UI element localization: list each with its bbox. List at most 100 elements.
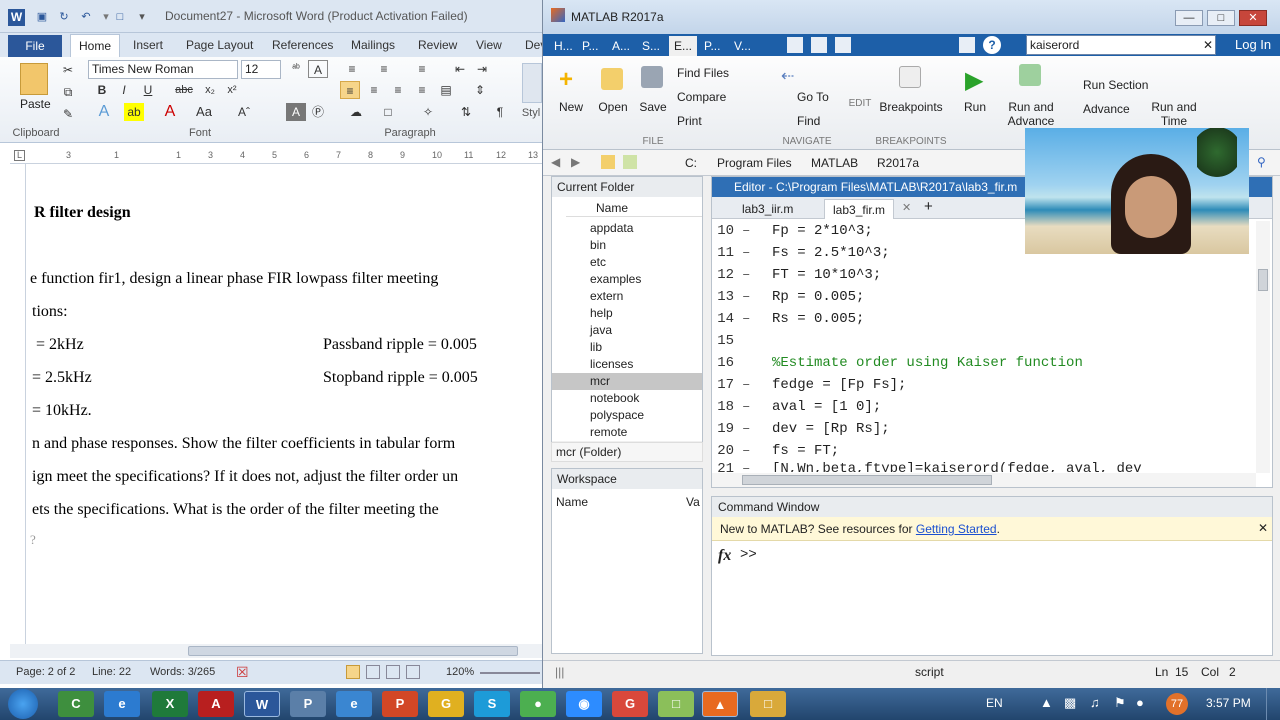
save-icon[interactable] [835,37,851,53]
network-icon[interactable]: ▩ [1064,695,1076,711]
ie-icon[interactable]: e [104,691,140,717]
paint-icon[interactable]: P [290,691,326,717]
browse-folder-icon[interactable] [623,155,637,169]
find-button[interactable]: Find [797,114,820,128]
paste-button-label[interactable]: Paste [20,97,51,111]
sort-icon[interactable]: ⇅ [456,103,476,121]
zoom-slider[interactable] [480,672,540,674]
asian-layout-icon[interactable]: ✧ [418,103,438,121]
skype-icon[interactable]: S [474,691,510,717]
breakpoints-button[interactable]: Breakpoints [879,100,943,114]
matlab-taskbar-icon[interactable]: ▲ [702,691,738,717]
powerpoint-icon[interactable]: P [382,691,418,717]
word-app-icon[interactable]: W [8,9,25,26]
tab-lab3-fir[interactable]: lab3_fir.m [824,199,895,219]
acrobat-icon[interactable]: A [198,691,234,717]
code-line[interactable]: 21– [N,Wn,beta,ftype]=kaiserord(fedge, av… [712,462,1252,472]
proofing-icon[interactable]: ☒ [236,664,249,681]
notification-badge[interactable]: 77 [1166,693,1188,715]
quick-access-icon[interactable] [811,37,827,53]
tab-home[interactable]: H... [549,36,578,56]
code-line[interactable]: 15 [712,330,1252,352]
browser-icon[interactable]: e [336,691,372,717]
breakpoint-dash[interactable]: – [734,264,772,286]
chrome-profile-icon[interactable]: G [612,691,648,717]
breakpoint-dash[interactable]: – [734,462,772,472]
forward-icon[interactable]: ▶ [571,155,580,169]
close-banner-icon[interactable]: ✕ [1258,521,1268,535]
code-line[interactable]: 20– fs = FT; [712,440,1252,462]
borders-icon[interactable]: □ [378,103,398,121]
edit-section-label[interactable]: EDIT [845,98,875,109]
camtasia-icon[interactable]: C [58,691,94,717]
code-line[interactable]: 19– dev = [Rp Rs]; [712,418,1252,440]
language-indicator[interactable]: EN [986,696,1003,710]
tab-view[interactable]: View [476,33,502,57]
minimize-button[interactable]: — [1175,10,1203,26]
font-name-box[interactable]: Times New Roman [88,60,238,79]
char-shading-icon[interactable]: A [286,103,306,121]
breakpoint-dash[interactable]: – [734,374,772,396]
switch-windows-icon[interactable] [959,37,975,53]
breakpoint-dash[interactable]: – [734,308,772,330]
workspace-name-header[interactable]: Name [556,495,588,509]
folder-details-bar[interactable]: mcr (Folder) [551,442,703,462]
scroll-thumb[interactable] [1258,269,1268,291]
numbering-icon[interactable]: ≡ [374,60,394,78]
font-size-change-icon[interactable]: Aa [194,103,214,121]
subscript-icon[interactable]: x₂ [200,81,220,99]
underline-icon[interactable]: U [138,81,158,99]
justify-icon[interactable]: ≡ [412,81,432,99]
path-segment[interactable]: Program Files [717,156,792,170]
new-icon[interactable]: + [559,68,583,92]
run-advance-icon[interactable] [1019,64,1041,86]
print-button[interactable]: Print [677,114,702,128]
getting-started-link[interactable]: Getting Started [916,522,997,536]
folder-item[interactable]: appdata [552,220,702,237]
close-tab-icon[interactable]: ✕ [902,201,911,214]
find-files-button[interactable]: Find Files [677,66,729,80]
code-line[interactable]: 13– Rp = 0.005; [712,286,1252,308]
run-button[interactable]: Run [957,100,993,114]
enclose-char-icon[interactable]: Ⓟ [308,103,328,121]
undo-icon[interactable]: ↶ [78,10,94,25]
log-in-link[interactable]: Log In [1235,34,1280,56]
change-case-icon[interactable]: ᵃᵇ [286,60,306,78]
advance-button[interactable]: Advance [1083,102,1130,116]
tab-home[interactable]: Home [70,34,120,57]
outline-icon[interactable] [406,665,420,679]
path-segment[interactable]: MATLAB [811,156,858,170]
superscript-icon[interactable]: x² [222,81,242,99]
run-and-time-button[interactable]: Run and Time [1147,100,1201,128]
folder-item[interactable]: etc [552,254,702,271]
folder-item[interactable]: lib [552,339,702,356]
command-prompt[interactable]: >> [740,547,757,563]
breakpoint-dash[interactable]: – [734,220,772,242]
documentation-search-input[interactable]: kaiserord [1026,35,1216,55]
align-center-icon[interactable]: ≡ [364,81,384,99]
decrease-indent-icon[interactable]: ⇤ [450,60,470,78]
distributed-icon[interactable]: ▤ [436,81,456,99]
start-orb-icon[interactable] [8,689,38,719]
quick-access-icon[interactable] [787,37,803,53]
paste-icon[interactable] [20,63,48,95]
tab-view[interactable]: V... [729,36,756,56]
tab-plots[interactable]: P... [577,36,603,56]
back-icon[interactable]: ◀ [551,155,560,169]
run-and-advance-button[interactable]: Run and Advance [1003,100,1059,128]
tab-mailings[interactable]: Mailings [351,33,395,57]
folder-item[interactable]: examples [552,271,702,288]
folder-item[interactable]: remote [552,424,702,441]
new-doc-icon[interactable]: □ [112,10,128,25]
format-painter-icon[interactable]: ✎ [58,105,78,123]
breakpoint-dash[interactable]: – [734,440,772,462]
name-column-header[interactable]: Name [566,199,702,217]
tab-file[interactable]: File [8,35,62,57]
open-button[interactable]: Open [595,100,631,114]
code-line[interactable]: 18– aval = [1 0]; [712,396,1252,418]
tab-lab3-iir[interactable]: lab3_iir.m [734,199,801,219]
zoom-icon[interactable]: ◉ [566,691,602,717]
run-icon[interactable]: ▶ [965,66,983,95]
chrome-icon[interactable]: G [428,691,464,717]
font-size-box[interactable]: 12 [241,60,281,79]
